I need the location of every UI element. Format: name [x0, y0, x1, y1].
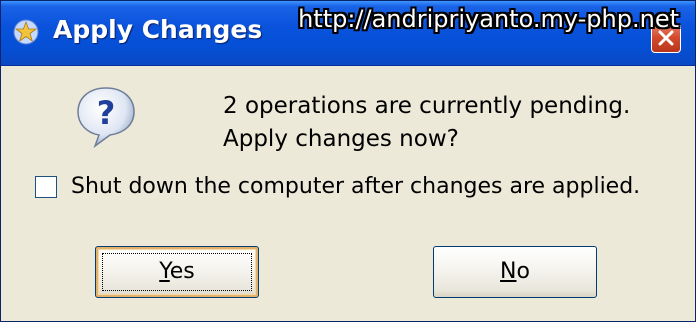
dialog-body: ? 2 operations are currently pending. Ap…	[1, 66, 695, 321]
svg-text:?: ?	[97, 94, 116, 132]
yes-button-label: es	[169, 259, 195, 284]
watermark-url: http://andripriyanto.my-php.net	[298, 5, 679, 33]
app-star-icon	[13, 19, 39, 45]
yes-button-mnemonic: Y	[159, 259, 170, 284]
question-icon: ?	[73, 84, 139, 150]
message-line-2: Apply changes now?	[223, 126, 459, 152]
no-button-label: o	[516, 259, 530, 284]
checkbox-unchecked-icon[interactable]	[35, 176, 57, 198]
shutdown-checkbox-label[interactable]: Shut down the computer after changes are…	[71, 174, 640, 199]
dialog-window: Apply Changes http://andripriyanto.my-ph…	[0, 0, 696, 322]
dialog-message: 2 operations are currently pending. Appl…	[223, 90, 630, 156]
title-bar[interactable]: Apply Changes http://andripriyanto.my-ph…	[1, 1, 695, 66]
no-button-mnemonic: N	[500, 259, 517, 284]
message-line-1: 2 operations are currently pending.	[223, 93, 631, 119]
window-title: Apply Changes	[53, 15, 263, 44]
no-button[interactable]: No	[433, 246, 597, 298]
yes-button[interactable]: Yes	[95, 246, 259, 298]
